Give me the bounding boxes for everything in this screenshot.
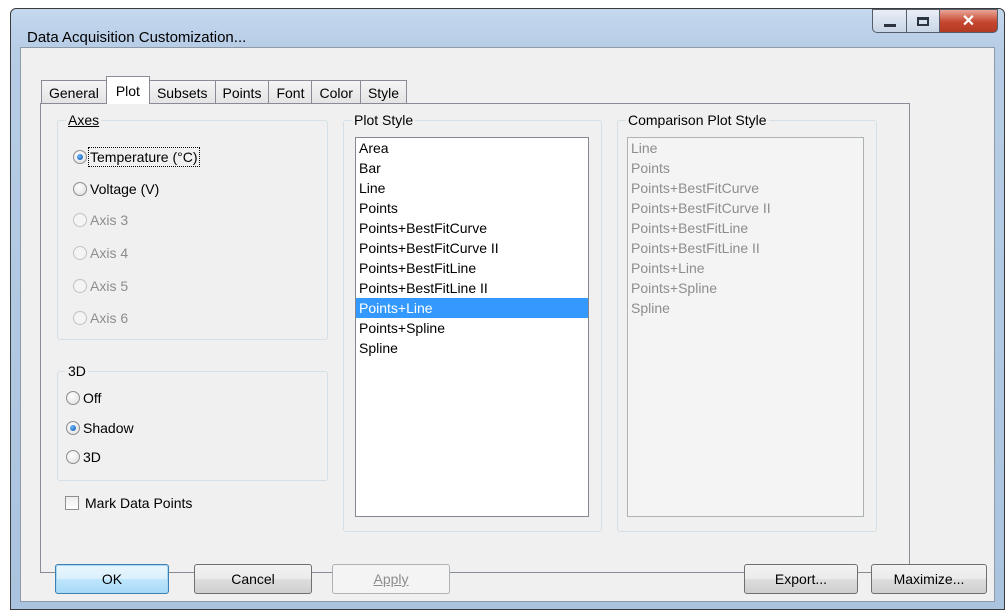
three-d-option-3d[interactable]: 3D: [66, 449, 101, 465]
mark-data-points-checkbox[interactable]: Mark Data Points: [65, 495, 192, 511]
three-d-option-label: Off: [83, 390, 102, 406]
maximize-button[interactable]: Maximize...: [871, 564, 987, 594]
plot-style-item[interactable]: Spline: [356, 338, 588, 358]
checkbox-icon: [65, 496, 79, 510]
axis-option-label: Axis 4: [90, 245, 129, 261]
comparison-plot-style-item: Points+BestFitLine: [631, 220, 749, 236]
radio-icon: [73, 246, 87, 260]
three-d-option-label: 3D: [83, 449, 101, 465]
three-d-option-label: Shadow: [83, 420, 134, 436]
axis-option-axis-4: Axis 4: [73, 245, 128, 261]
maximize-button-label: Maximize...: [893, 571, 965, 587]
radio-icon: [66, 450, 80, 464]
dialog-client-area: General Plot Subsets Points Font Color S…: [20, 47, 995, 602]
tab-subsets[interactable]: Subsets: [148, 80, 216, 104]
export-button-label: Export...: [774, 571, 828, 587]
dialog-window: Data Acquisition Customization... ✕ Gene…: [10, 8, 1005, 610]
axes-group-label: Axes: [66, 112, 101, 128]
radio-icon: [73, 279, 87, 293]
window-title: Data Acquisition Customization...: [27, 29, 247, 46]
plot-style-listbox[interactable]: Area Bar Line Points Points+BestFitCurve…: [355, 137, 589, 517]
comparison-plot-style-label: Comparison Plot Style: [628, 112, 767, 128]
tab-style[interactable]: Style: [359, 80, 408, 104]
mark-data-points-label: Mark Data Points: [85, 495, 193, 511]
maximize-window-button[interactable]: [906, 9, 940, 33]
tab-strip: General Plot Subsets Points Font Color S…: [41, 76, 408, 104]
ok-button[interactable]: OK: [55, 564, 169, 594]
radio-icon: [73, 311, 87, 325]
plot-style-item[interactable]: Area: [356, 138, 588, 158]
plot-style-item-selected[interactable]: Points+Line: [356, 298, 588, 318]
axis-option-axis-6: Axis 6: [73, 310, 128, 326]
radio-icon: [66, 391, 80, 405]
three-d-option-shadow[interactable]: Shadow: [66, 420, 134, 436]
cancel-button[interactable]: Cancel: [194, 564, 312, 594]
plot-style-item[interactable]: Points+BestFitLine II: [356, 278, 588, 298]
axis-option-label: Voltage (V): [90, 181, 160, 197]
apply-button-label: Apply: [373, 571, 409, 587]
plot-style-item[interactable]: Points+BestFitCurve: [356, 218, 588, 238]
radio-icon: [73, 213, 87, 227]
axis-option-axis-5: Axis 5: [73, 278, 128, 294]
axis-option-label: Axis 5: [90, 278, 129, 294]
minimize-icon: [883, 23, 896, 27]
desktop-edge: [0, 0, 10, 612]
comparison-plot-style-item: Points+BestFitLine II: [631, 240, 760, 256]
export-button[interactable]: Export...: [744, 564, 858, 594]
plot-style-item[interactable]: Points+Spline: [356, 318, 588, 338]
plot-style-item[interactable]: Bar: [356, 158, 588, 178]
radio-checked-icon: [73, 150, 87, 164]
maximize-icon: [917, 16, 929, 26]
comparison-plot-style-listbox: Line Points Points+BestFitCurve Points+B…: [627, 137, 864, 517]
plot-style-item[interactable]: Points+BestFitCurve II: [356, 238, 588, 258]
close-button[interactable]: ✕: [940, 9, 998, 33]
tab-font[interactable]: Font: [268, 80, 313, 104]
tab-color[interactable]: Color: [311, 80, 361, 104]
tab-points[interactable]: Points: [214, 80, 270, 104]
comparison-plot-style-item: Points+BestFitCurve: [631, 180, 759, 196]
minimize-button[interactable]: [872, 9, 906, 33]
axis-option-label: Axis 6: [90, 310, 129, 326]
tab-general[interactable]: General: [41, 80, 107, 104]
window-controls: ✕: [872, 9, 998, 35]
radio-checked-icon: [66, 421, 80, 435]
cancel-button-label: Cancel: [231, 571, 275, 587]
comparison-plot-style-item: Line: [631, 140, 658, 156]
plot-style-label: Plot Style: [354, 112, 414, 128]
axis-option-label: Temperature (°C): [88, 147, 200, 167]
apply-button: Apply: [332, 564, 450, 594]
comparison-plot-style-group-label: Comparison Plot Style: [626, 112, 769, 128]
axis-option-label: Axis 3: [90, 212, 129, 228]
plot-style-group-label: Plot Style: [352, 112, 415, 128]
comparison-plot-style-item: Points+Spline: [631, 280, 718, 296]
tab-plot[interactable]: Plot: [105, 76, 150, 104]
plot-style-item[interactable]: Line: [356, 178, 588, 198]
close-icon: ✕: [961, 13, 976, 30]
three-d-group-label: 3D: [68, 363, 86, 379]
three-d-option-off[interactable]: Off: [66, 390, 101, 406]
axis-option-axis-3: Axis 3: [73, 212, 128, 228]
plot-style-item[interactable]: Points: [356, 198, 588, 218]
plot-style-item[interactable]: Points+BestFitLine: [356, 258, 588, 278]
comparison-plot-style-item: Points+Line: [631, 260, 705, 276]
comparison-plot-style-item: Points: [631, 160, 670, 176]
axis-option-voltage[interactable]: Voltage (V): [73, 181, 159, 197]
radio-icon: [73, 182, 87, 196]
axis-option-temperature[interactable]: Temperature (°C): [73, 147, 200, 167]
plot-tab-panel: Axes Temperature (°C) Voltage (V) Axis 3…: [40, 103, 910, 573]
axes-label: Axes: [68, 112, 100, 128]
comparison-plot-style-item: Spline: [631, 300, 670, 316]
ok-button-label: OK: [101, 571, 123, 587]
comparison-plot-style-item: Points+BestFitCurve II: [631, 200, 771, 216]
